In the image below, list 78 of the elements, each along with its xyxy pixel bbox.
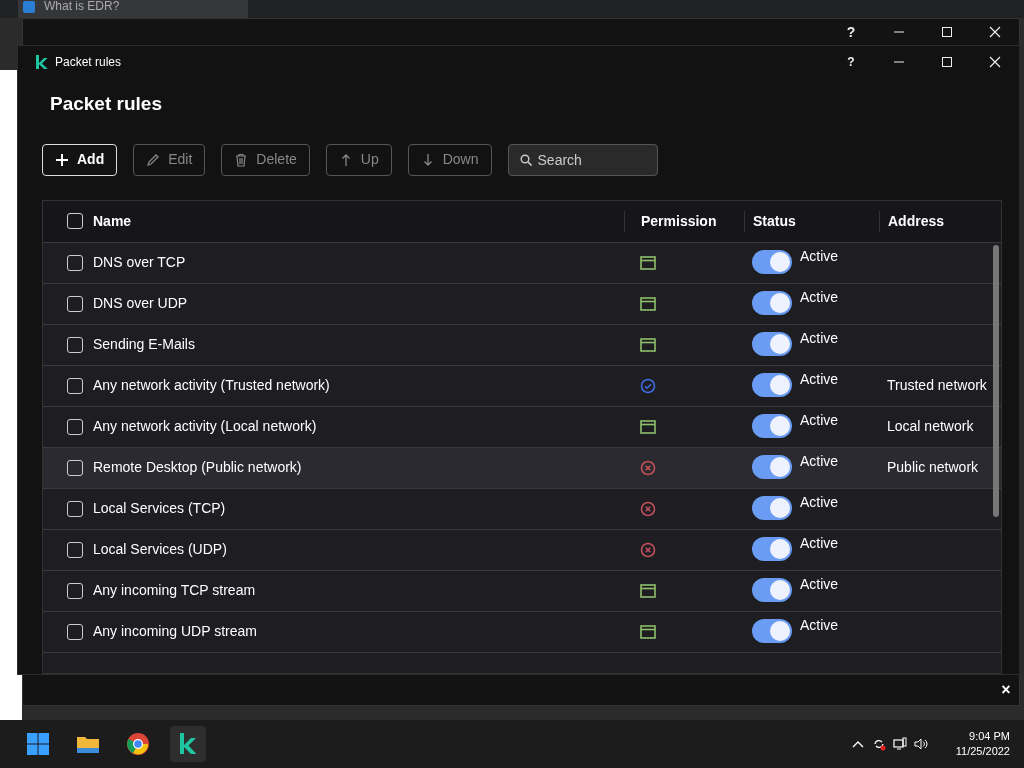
app-button[interactable] [170, 726, 206, 762]
status-text: Active [800, 615, 839, 635]
rule-name: DNS over UDP [93, 295, 188, 311]
toggle-switch[interactable] [752, 536, 792, 561]
site-icon [22, 0, 36, 14]
network-icon[interactable] [892, 737, 907, 751]
checkbox[interactable] [67, 623, 83, 640]
column-header[interactable]: Name [93, 212, 132, 229]
volume-icon[interactable] [913, 737, 928, 751]
plus-icon [55, 152, 69, 167]
app-logo-icon [34, 54, 48, 70]
column-header[interactable]: Permission [641, 212, 717, 229]
status-text: Active [800, 369, 839, 389]
checkbox[interactable] [67, 541, 83, 558]
rule-name: Remote Desktop (Public network) [93, 459, 302, 475]
close-button[interactable]: × [998, 682, 1014, 698]
toggle-switch[interactable] [752, 372, 792, 397]
checkbox[interactable] [67, 459, 83, 476]
column-header[interactable]: Status [753, 210, 796, 232]
toggle-switch[interactable] [752, 331, 792, 356]
rule-name: Local Services (UDP) [93, 541, 227, 557]
rule-name: Any network activity (Local network) [93, 418, 317, 434]
rule-name: Any network activity (Trusted network) [93, 377, 330, 393]
status-text: Active [800, 328, 839, 348]
status-text: Active [800, 246, 839, 266]
close-icon [989, 26, 1001, 38]
search-icon [519, 153, 532, 166]
trash-icon [234, 152, 249, 167]
column-header[interactable]: Address [888, 212, 945, 229]
toggle-switch[interactable] [752, 413, 792, 438]
rule-name: Any incoming UDP stream [93, 623, 257, 639]
table-row[interactable]: Any incoming TCP stream Active [43, 570, 1001, 612]
window-title: Packet rules [55, 54, 122, 71]
start-icon [26, 732, 50, 756]
address-text: Trusted network [887, 377, 987, 393]
toggle-switch[interactable] [752, 290, 792, 315]
status-text: Active [800, 533, 839, 553]
browser-icon [126, 732, 150, 756]
checkbox[interactable] [67, 295, 83, 312]
checkbox[interactable] [67, 213, 83, 229]
toggle-switch[interactable] [752, 495, 792, 520]
help-button[interactable]: ? [827, 46, 875, 78]
maximize-icon [941, 56, 953, 68]
table-row[interactable]: Any incoming UDP stream Active [43, 611, 1001, 653]
checkbox[interactable] [67, 377, 83, 394]
rule-name: Local Services (TCP) [93, 500, 226, 516]
rule-name: Any incoming TCP stream [93, 582, 256, 598]
status-text: Active [800, 492, 839, 512]
page-title: Packet rules [50, 92, 163, 116]
address-text: Local network [887, 418, 974, 434]
rule-name: Sending E-Mails [93, 336, 195, 352]
toggle-switch[interactable] [752, 618, 792, 643]
checkbox[interactable] [67, 500, 83, 517]
close-icon [989, 56, 1001, 68]
maximize-icon [941, 26, 953, 38]
toggle-switch[interactable] [752, 454, 792, 479]
table-row[interactable]: Local Services (UDP) Active [43, 529, 1001, 571]
checkbox[interactable] [67, 582, 83, 599]
toggle-switch[interactable] [752, 577, 792, 602]
clock-time[interactable]: 9:04 PM [955, 728, 1010, 744]
status-text: Active [800, 287, 839, 307]
status-text: Active [800, 410, 839, 430]
search-field[interactable]: Search [507, 143, 658, 176]
address-text: Public network [887, 459, 979, 475]
pencil-icon [146, 152, 161, 167]
help-button[interactable]: ? [827, 19, 875, 45]
toggle-switch[interactable] [752, 249, 792, 274]
status-text: Active [800, 451, 839, 471]
checkbox[interactable] [67, 254, 83, 271]
status-text: Active [800, 574, 839, 594]
table-row[interactable]: Remote Desktop (Public network) Active Public network [43, 447, 1001, 489]
toolbar-button[interactable]: Add [42, 143, 118, 176]
scrollbar[interactable] [993, 244, 999, 517]
clock-date[interactable]: 11/25/2022 [955, 744, 1010, 760]
table-row[interactable]: Local Services (TCP) Active [43, 488, 1001, 530]
rule-name: DNS over TCP [93, 254, 186, 270]
checkbox[interactable] [67, 336, 83, 353]
checkbox[interactable] [67, 418, 83, 435]
